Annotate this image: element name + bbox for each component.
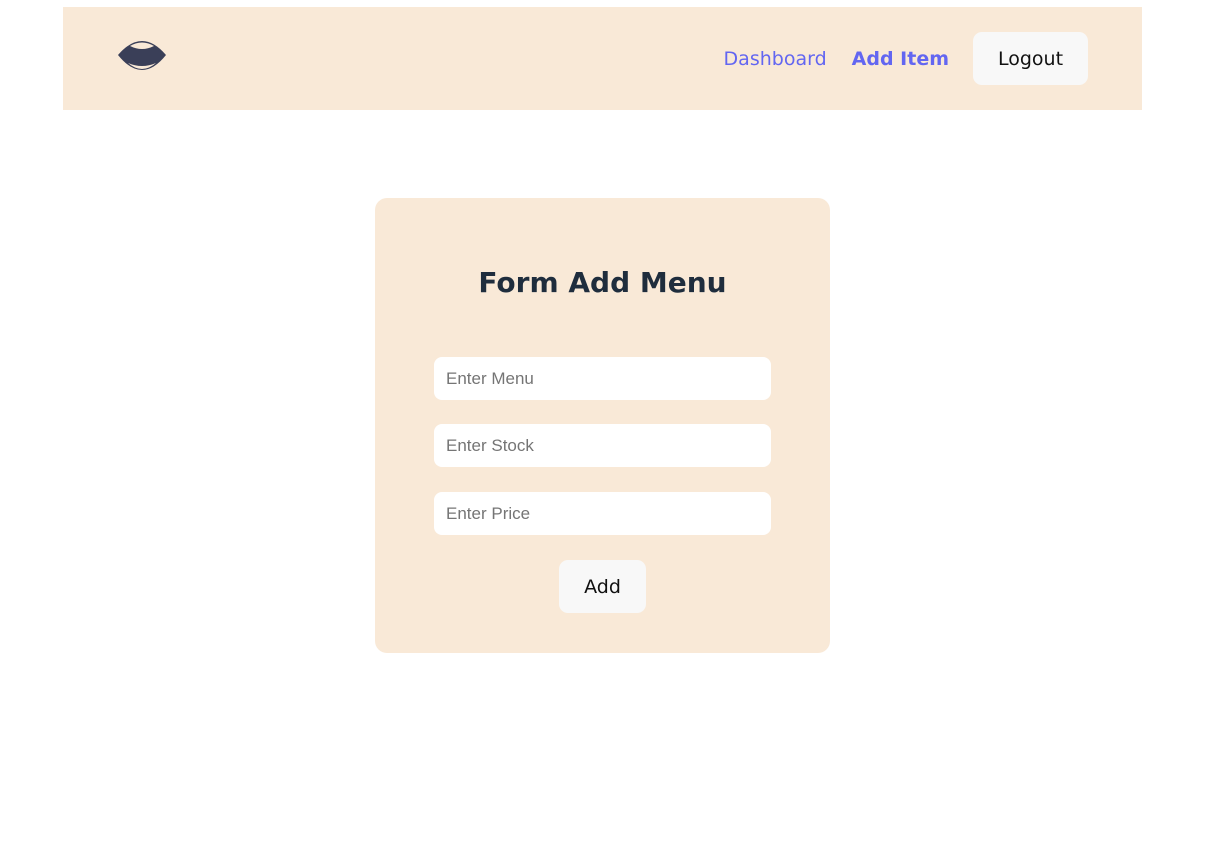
nav-menu: Dashboard Add Item Logout <box>724 32 1088 85</box>
top-navbar: Dashboard Add Item Logout <box>63 7 1142 110</box>
menu-name-input[interactable] <box>434 357 771 400</box>
lips-logo-icon[interactable] <box>116 37 168 75</box>
nav-link-dashboard[interactable]: Dashboard <box>724 48 827 70</box>
price-input[interactable] <box>434 492 771 535</box>
add-button[interactable]: Add <box>559 560 646 613</box>
form-title: Form Add Menu <box>478 266 727 299</box>
add-menu-form-card: Form Add Menu Add <box>375 198 830 653</box>
logout-button[interactable]: Logout <box>973 32 1088 85</box>
stock-input[interactable] <box>434 424 771 467</box>
nav-link-add-item[interactable]: Add Item <box>852 48 949 70</box>
